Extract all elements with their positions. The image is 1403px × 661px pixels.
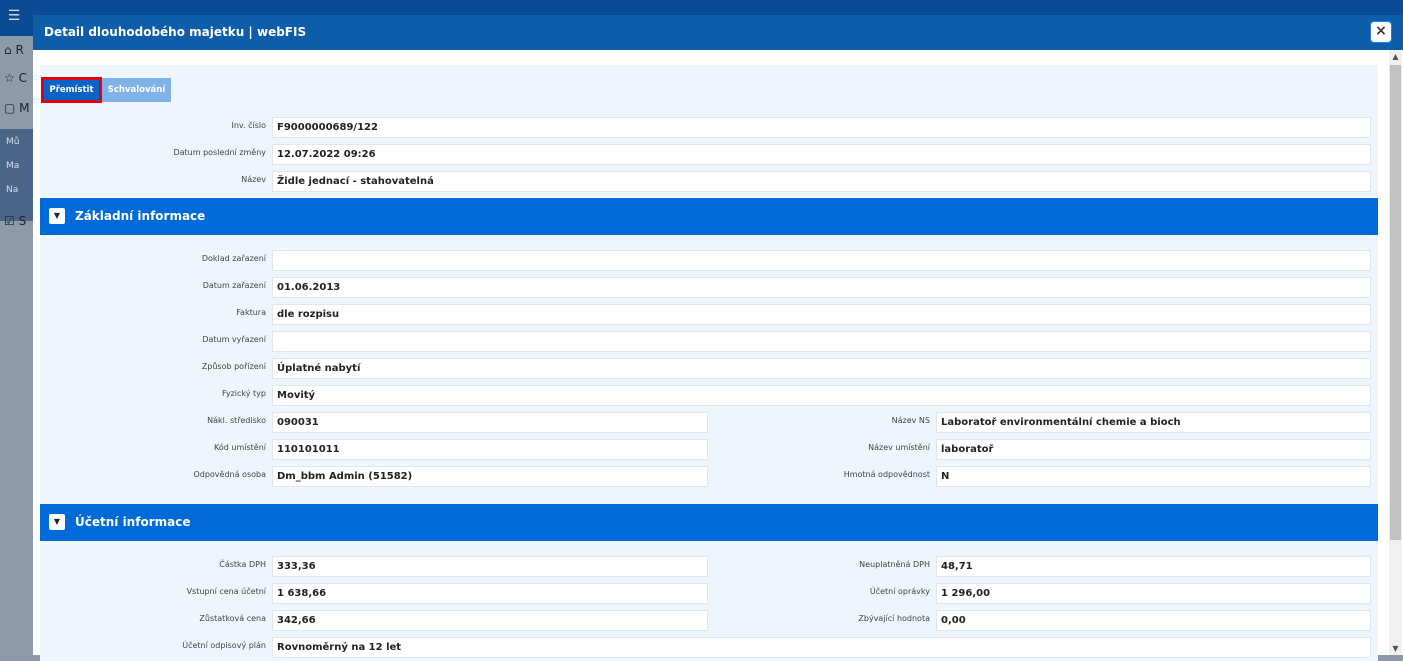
move-button[interactable]: Přemístit (41, 77, 102, 103)
sidebar-label: R (15, 43, 24, 57)
section-accounting-body: Částka DPH 333,36 Neuplatněná DPH 48,71 Vstu… (40, 541, 1378, 661)
field-label: Zbývající hodnota (858, 614, 930, 623)
field-label: Hmotná odpovědnost (843, 470, 930, 479)
field-value[interactable]: dle rozpisu (272, 304, 1371, 325)
field-row: Neuplatněná DPH 48,71 (40, 556, 1378, 578)
field-row: Hmotná odpovědnost N (40, 466, 1378, 488)
field-label: Doklad zařazení (201, 254, 266, 263)
field-row: Fyzický typ Movitý (40, 385, 1378, 407)
section-title: Účetní informace (75, 515, 191, 529)
field-value[interactable]: Laboratoř environmentální chemie a bioch (936, 412, 1371, 433)
field-label: Datum zařazení (202, 281, 266, 290)
scrollbar[interactable]: ▲ ▼ (1389, 50, 1402, 655)
field-row: Způsob pořízení Úplatné nabytí (40, 358, 1378, 380)
field-value[interactable]: 48,71 (936, 556, 1371, 577)
field-value[interactable]: Úplatné nabytí (272, 358, 1371, 379)
asset-detail-dialog: Detail dlouhodobého majetku | webFIS × P… (33, 15, 1403, 661)
field-row: Účetní odpisový plán Rovnoměrný na 12 let (40, 637, 1378, 659)
sidebar-label: M (19, 101, 30, 115)
sidebar-label: S (18, 214, 27, 228)
field-row: Datum zařazení 01.06.2013 (40, 277, 1378, 299)
dialog-header: Detail dlouhodobého majetku | webFIS × (33, 15, 1403, 50)
field-value[interactable]: 1 296,00 (936, 583, 1371, 604)
submenu-item[interactable]: Ma (6, 161, 19, 171)
field-label: Neuplatněná DPH (859, 560, 930, 569)
field-row: Název NS Laboratoř environmentální chemie… (40, 412, 1378, 434)
collapse-toggle-icon[interactable]: ▼ (49, 514, 65, 530)
field-row: Zbývající hodnota 0,00 (40, 610, 1378, 632)
approval-button[interactable]: Schvalování (102, 78, 171, 102)
field-value[interactable] (272, 250, 1371, 271)
field-value[interactable]: N (936, 466, 1371, 487)
submenu-item[interactable]: Na (6, 185, 18, 195)
field-value[interactable]: 0,00 (936, 610, 1371, 631)
field-label: Inv. číslo (231, 121, 266, 130)
field-row: Název Židle jednací - stahovatelná (40, 171, 1378, 193)
field-label: Způsob pořízení (201, 362, 266, 371)
field-label: Název NS (891, 416, 930, 425)
field-label: Název (241, 175, 266, 184)
header-panel: Přemístit Schvalování Inv. číslo F9000000… (40, 65, 1378, 197)
field-label: Účetní odpisový plán (182, 641, 266, 650)
sidebar-item-favorites[interactable]: ☆ C (4, 71, 27, 85)
scroll-up-icon[interactable]: ▲ (1389, 52, 1402, 61)
field-row: Účetní oprávky 1 296,00 (40, 583, 1378, 605)
close-icon[interactable]: × (1371, 22, 1391, 42)
field-value[interactable] (272, 331, 1371, 352)
section-title: Základní informace (75, 209, 206, 223)
app-sidebar: ⌂ R ☆ C ▢ M Mů Ma Na ☑ S (0, 36, 33, 655)
field-row: Doklad zařazení (40, 250, 1378, 272)
section-accounting-header[interactable]: ▼ Účetní informace (40, 504, 1378, 541)
field-value[interactable]: F9000000689/122 (272, 117, 1371, 138)
field-label: Účetní oprávky (869, 587, 930, 596)
field-label: Datum vyřazení (202, 335, 266, 344)
sidebar-item-home[interactable]: ⌂ R (4, 43, 24, 57)
field-row: Název umístění laboratoř (40, 439, 1378, 461)
submenu-item[interactable]: Mů (6, 137, 19, 147)
collapse-toggle-icon[interactable]: ▼ (49, 208, 65, 224)
field-value[interactable]: 12.07.2022 09:26 (272, 144, 1371, 165)
field-label: Datum poslední změny (173, 148, 266, 157)
field-row: Datum vyřazení (40, 331, 1378, 353)
section-basic-body: Doklad zařazení Datum zařazení 01.06.2013 F… (40, 235, 1378, 504)
sidebar-item-assets[interactable]: ▢ M (4, 101, 30, 115)
scrollbar-thumb[interactable] (1390, 65, 1401, 540)
field-value[interactable]: Židle jednací - stahovatelná (272, 171, 1371, 192)
field-label: Faktura (236, 308, 266, 317)
scroll-down-icon[interactable]: ▼ (1389, 644, 1402, 653)
field-value[interactable]: laboratoř (936, 439, 1371, 460)
field-value[interactable]: Movitý (272, 385, 1371, 406)
field-label: Název umístění (868, 443, 930, 452)
field-label: Fyzický typ (222, 389, 266, 398)
sidebar-item-tasks[interactable]: ☑ S (4, 214, 26, 228)
sidebar-submenu: Mů Ma Na (0, 129, 33, 221)
field-row: Inv. číslo F9000000689/122 (40, 117, 1378, 139)
sidebar-label: C (18, 71, 27, 85)
dialog-title: Detail dlouhodobého majetku | webFIS (44, 25, 307, 39)
field-value[interactable]: 01.06.2013 (272, 277, 1371, 298)
field-row: Datum poslední změny 12.07.2022 09:26 (40, 144, 1378, 166)
field-row: Faktura dle rozpisu (40, 304, 1378, 326)
hamburger-icon[interactable]: ☰ (3, 5, 25, 27)
section-basic-header[interactable]: ▼ Základní informace (40, 198, 1378, 235)
